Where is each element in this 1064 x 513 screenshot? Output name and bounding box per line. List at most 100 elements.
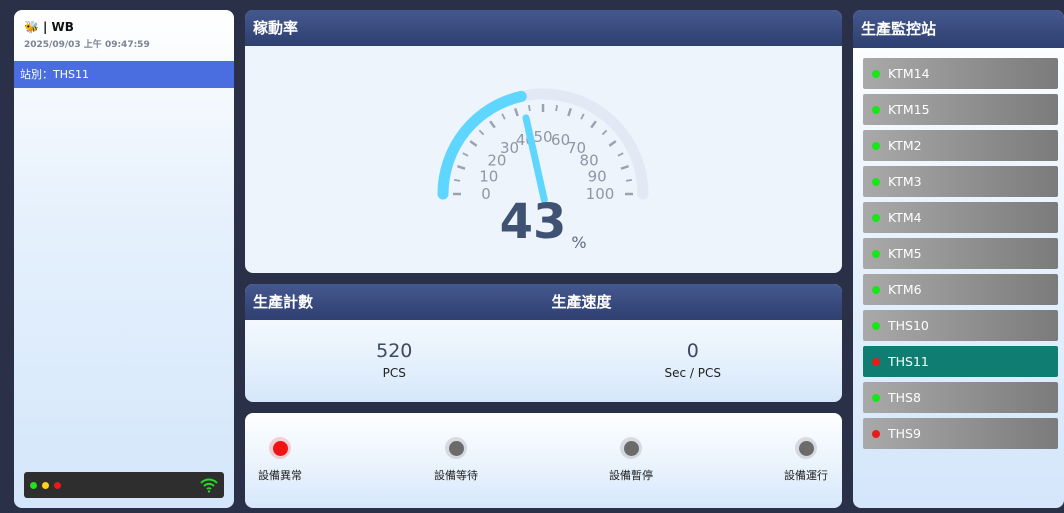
status-dot-icon <box>872 357 880 366</box>
status-dot-icon <box>872 285 880 294</box>
production-count-unit: PCS <box>382 366 406 380</box>
header: 🐝 | WB 2025/09/03 上午 09:47:59 <box>14 10 234 56</box>
status-light-icon <box>620 437 642 459</box>
gauge-tick <box>617 152 624 157</box>
gauge-tick <box>567 108 573 117</box>
station-monitor-title: 生產監控站 <box>853 10 1064 48</box>
status-dot-icon <box>872 429 880 438</box>
gauge-tick-labels: 0102030405060708090100 <box>479 128 614 203</box>
gauge-tick <box>453 179 461 182</box>
left-info-panel: 🐝 | WB 2025/09/03 上午 09:47:59 站別：THS11 <box>14 10 234 508</box>
utilization-gauge: 0102030405060708090100 43 % <box>437 88 649 252</box>
gauge-tick <box>513 108 519 117</box>
light-yellow-icon <box>42 481 49 489</box>
wifi-icon <box>200 478 218 493</box>
station-item-label: THS9 <box>888 426 921 441</box>
production-speed: 0 Sec / PCS <box>544 340 843 380</box>
brand: 🐝 | WB <box>24 20 224 34</box>
indicator-label: 設備運行 <box>784 469 828 482</box>
station-item-ktm4[interactable]: KTM4 <box>863 202 1058 233</box>
indicator-label: 設備異常 <box>258 469 302 482</box>
gauge-tick-label: 0 <box>481 185 491 203</box>
indicator-paused: 設備暫停 <box>596 437 666 483</box>
station-item-ktm15[interactable]: KTM15 <box>863 94 1058 125</box>
station-item-ths10[interactable]: THS10 <box>863 310 1058 341</box>
datetime: 2025/09/03 上午 09:47:59 <box>24 40 150 50</box>
station-item-ths9[interactable]: THS9 <box>863 418 1058 449</box>
station-item-ktm3[interactable]: KTM3 <box>863 166 1058 197</box>
station-item-ktm5[interactable]: KTM5 <box>863 238 1058 269</box>
station-item-ktm14[interactable]: KTM14 <box>863 58 1058 89</box>
brand-name: | WB <box>42 20 74 34</box>
gauge-tick <box>501 113 506 120</box>
gauge-tick <box>489 120 496 129</box>
gauge-tick <box>457 164 466 170</box>
gauge-tick <box>590 120 597 129</box>
gauge-tick <box>478 129 485 136</box>
production-speed-title: 生產速度 <box>551 293 612 311</box>
status-light-icon <box>269 437 291 459</box>
utilization-title: 稼動率 <box>245 10 842 46</box>
equipment-status-panel: 設備異常 設備等待 設備暫停 設備運行 <box>245 413 842 508</box>
station-item-label: KTM4 <box>888 210 922 225</box>
utilization-value: 43 <box>500 194 567 250</box>
utilization-unit: % <box>571 233 586 252</box>
station-item-ths8[interactable]: THS8 <box>863 382 1058 413</box>
production-count: 520 PCS <box>245 340 544 380</box>
station-list: KTM14 KTM15 KTM2 KTM3 KTM4 KTM5 KTM6 THS10 THS11… <box>853 48 1064 449</box>
gauge-tick <box>601 129 608 136</box>
gauge-tick <box>608 140 617 147</box>
connection-statusbar <box>24 472 224 498</box>
light-red-icon <box>54 481 61 489</box>
production-speed-value: 0 <box>686 340 699 362</box>
light-green-icon <box>30 481 37 489</box>
gauge-tick <box>528 104 531 112</box>
production-header: 生產計數 生產速度 <box>245 284 842 320</box>
gauge-tick <box>580 113 585 120</box>
gauge-tick <box>625 179 633 182</box>
indicator-abnormal: 設備異常 <box>245 437 315 483</box>
station-item-label: THS8 <box>888 390 921 405</box>
status-dot-icon <box>872 321 880 330</box>
status-dot-icon <box>872 393 880 402</box>
bee-icon: 🐝 <box>24 20 39 34</box>
status-dot-icon <box>872 105 880 114</box>
station-item-label: KTM14 <box>888 66 930 81</box>
indicator-label: 設備等待 <box>434 469 478 482</box>
gauge-tick <box>469 140 478 147</box>
station-monitor-panel: 生產監控站 KTM14 KTM15 KTM2 KTM3 KTM4 KTM5 KTM6 THS1… <box>853 10 1064 508</box>
gauge-tick-label: 100 <box>586 185 615 203</box>
station-item-label: THS10 <box>888 318 929 333</box>
utilization-panel: 稼動率 0 10 20 30 40 50 60 70 80 90 100 43 % <box>245 10 842 273</box>
indicator-label: 設備暫停 <box>609 469 653 482</box>
production-speed-unit: Sec / PCS <box>664 366 721 380</box>
status-dot-icon <box>872 177 880 186</box>
gauge-tick-label: 10 <box>479 167 498 185</box>
gauge-tick <box>555 104 558 112</box>
indicator-waiting: 設備等待 <box>421 437 491 483</box>
status-dot-icon <box>872 213 880 222</box>
gauge-tick-label: 50 <box>533 128 552 146</box>
station-item-label: KTM6 <box>888 282 922 297</box>
status-dot-icon <box>872 141 880 150</box>
station-item-ktm6[interactable]: KTM6 <box>863 274 1058 305</box>
status-dot-icon <box>872 69 880 78</box>
station-item-label: KTM2 <box>888 138 922 153</box>
station-label: 站別：THS11 <box>14 61 234 88</box>
station-item-label: THS11 <box>888 354 929 369</box>
production-panel: 生產計數 生產速度 520 PCS 0 Sec / PCS <box>245 284 842 402</box>
status-light-icon <box>795 437 817 459</box>
gauge-tick <box>620 164 629 170</box>
production-count-title: 生產計數 <box>253 293 314 311</box>
station-item-label: KTM15 <box>888 102 930 117</box>
status-light-icon <box>445 437 467 459</box>
station-item-ktm2[interactable]: KTM2 <box>863 130 1058 161</box>
station-item-label: KTM5 <box>888 246 922 261</box>
station-item-ths11[interactable]: THS11 <box>863 346 1058 377</box>
production-count-value: 520 <box>376 340 413 362</box>
station-item-label: KTM3 <box>888 174 922 189</box>
indicator-running: 設備運行 <box>771 437 841 483</box>
gauge-tick-label: 90 <box>588 167 607 185</box>
gauge-tick <box>462 152 469 157</box>
status-dot-icon <box>872 249 880 258</box>
